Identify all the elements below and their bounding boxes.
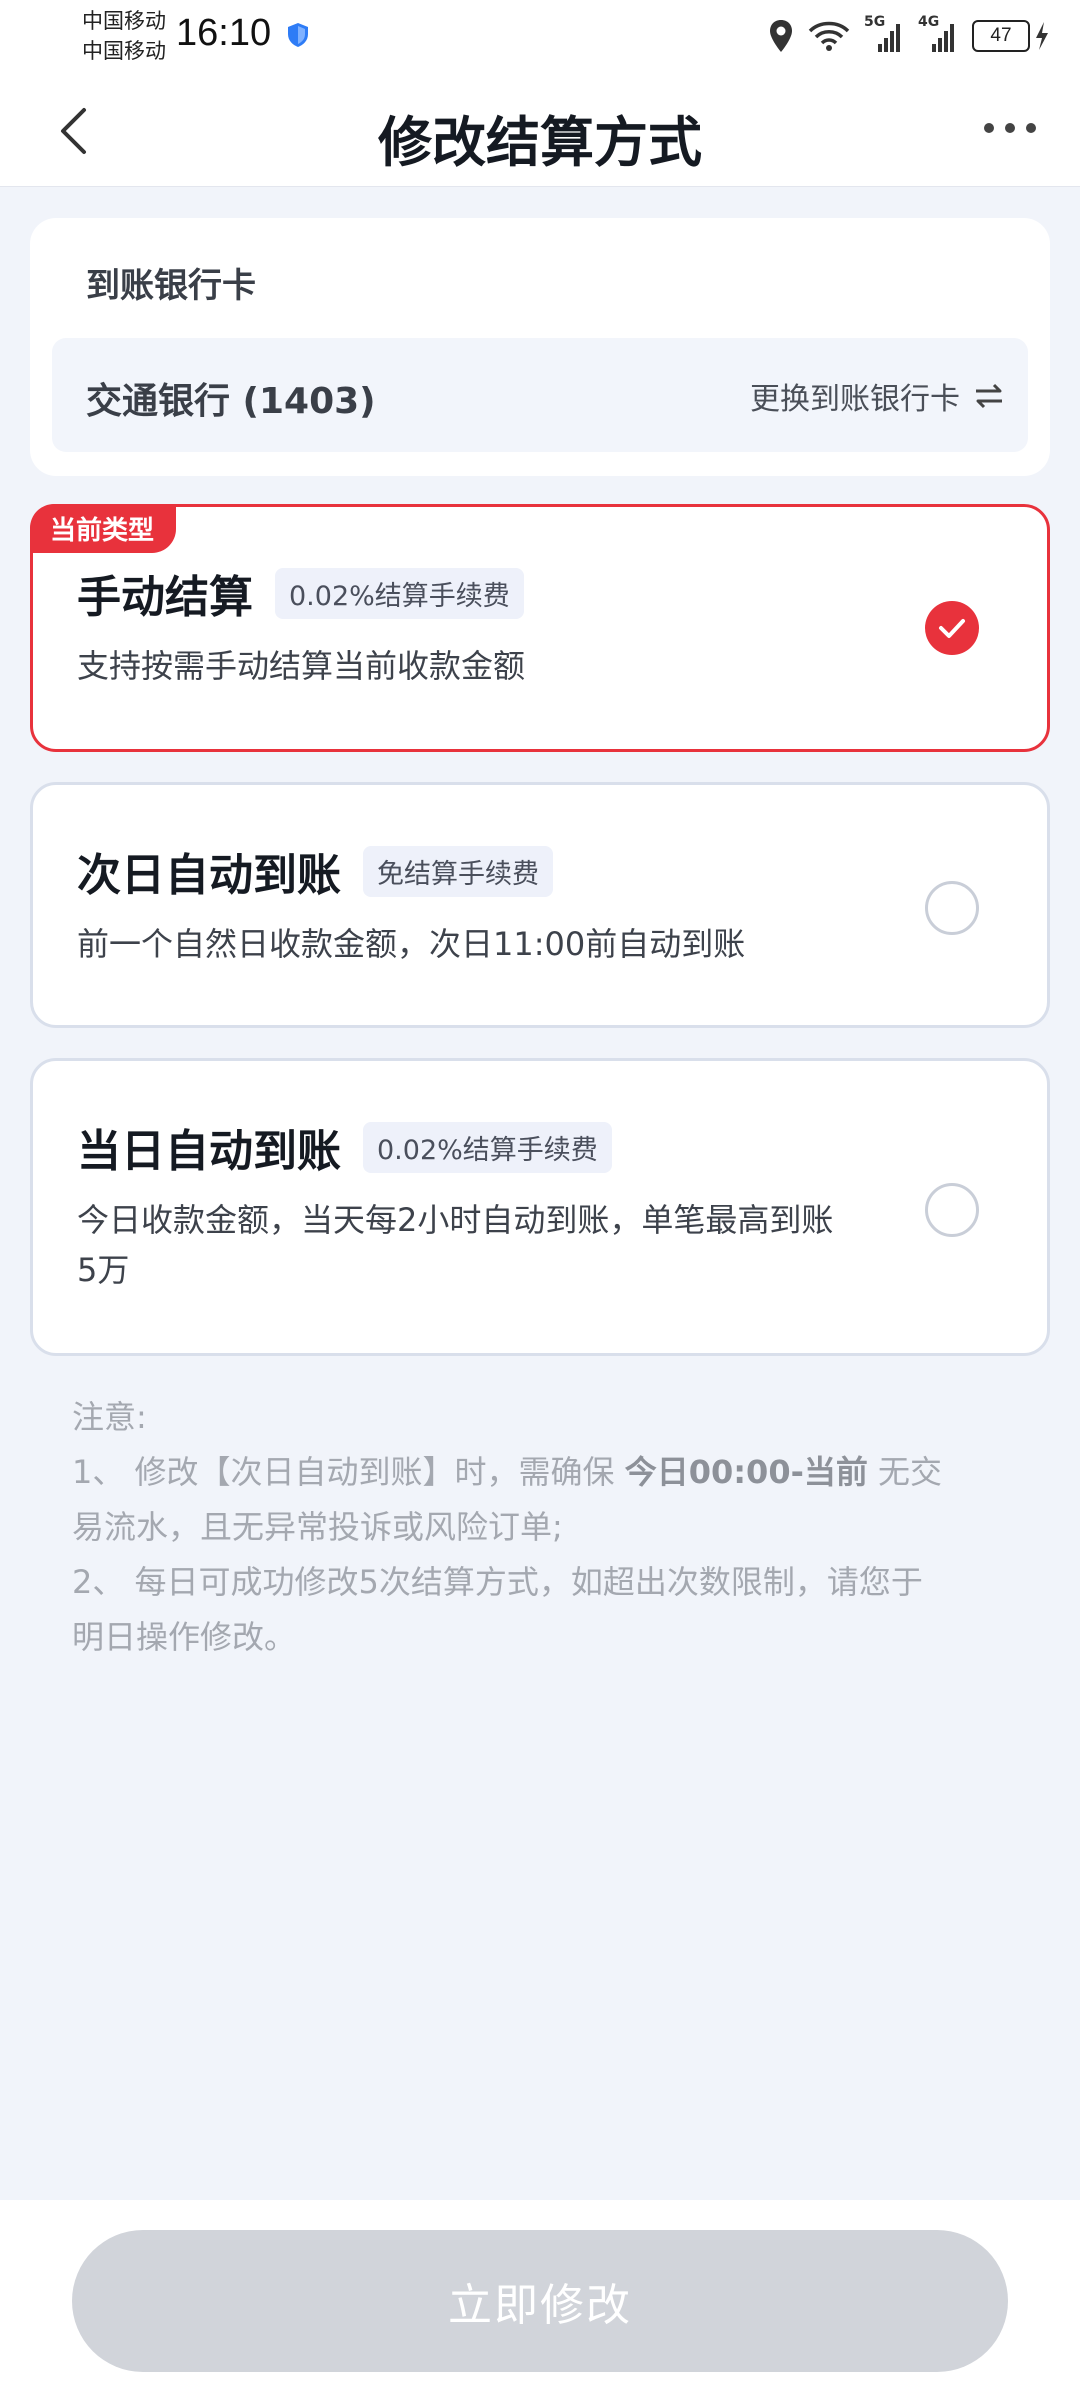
submit-change-button[interactable]: 立即修改 — [72, 2230, 1008, 2372]
charging-icon — [1036, 22, 1048, 50]
more-options-icon[interactable] — [984, 120, 1036, 136]
option-manual-settlement[interactable]: 当前类型 手动结算 0.02%结算手续费 支持按需手动结算当前收款金额 — [30, 504, 1050, 752]
nav-header: 修改结算方式 — [0, 72, 1080, 186]
swap-icon — [976, 383, 1002, 409]
battery-indicator: 47 — [972, 20, 1050, 52]
carrier-info: 中国移动 中国移动 — [82, 6, 166, 66]
option-header: 手动结算 0.02%结算手续费 — [77, 561, 524, 625]
radio-unselected-icon[interactable] — [925, 881, 979, 935]
fee-badge: 免结算手续费 — [363, 845, 553, 897]
note-item-1-prefix: 1、 修改【次日自动到账】时，需确保 — [72, 1453, 625, 1491]
carrier-2: 中国移动 — [82, 39, 166, 63]
option-description: 支持按需手动结算当前收款金额 — [77, 647, 526, 685]
bank-name: 交通银行 (1403) — [86, 381, 376, 422]
location-icon — [770, 20, 792, 52]
status-time: 16:10 — [176, 12, 272, 54]
bank-card-section: 到账银行卡 交通银行 (1403) 更换到账银行卡 — [30, 218, 1050, 476]
option-header: 次日自动到账 免结算手续费 — [77, 839, 553, 903]
note-item-1-highlight: 今日00:00-当前 — [624, 1453, 868, 1491]
option-title: 次日自动到账 — [77, 850, 341, 901]
option-description: 前一个自然日收款金额，次日11:00前自动到账 — [77, 925, 746, 963]
option-description: 今日收款金额，当天每2小时自动到账，单笔最高到账 5万 — [77, 1195, 937, 1295]
option-title: 手动结算 — [77, 572, 253, 623]
current-type-badge: 当前类型 — [30, 504, 177, 553]
signal-4g-icon: 4G — [918, 14, 958, 54]
option-title: 当日自动到账 — [77, 1126, 341, 1177]
radio-selected-icon[interactable] — [925, 601, 979, 655]
option-same-day-auto[interactable]: 当日自动到账 0.02%结算手续费 今日收款金额，当天每2小时自动到账，单笔最高… — [30, 1058, 1050, 1356]
option-next-day-auto[interactable]: 次日自动到账 免结算手续费 前一个自然日收款金额，次日11:00前自动到账 — [30, 782, 1050, 1028]
status-icons: 5G 4G 47 — [768, 14, 1050, 58]
carrier-1: 中国移动 — [82, 9, 166, 33]
page-title: 修改结算方式 — [378, 111, 702, 174]
change-bank-card-button[interactable]: 更换到账银行卡 — [750, 374, 1004, 418]
status-bar: 中国移动 中国移动 16:10 5G 4G 47 — [0, 0, 1080, 72]
option-description-line-2: 5万 — [77, 1251, 130, 1289]
fee-badge: 0.02%结算手续费 — [363, 1121, 612, 1173]
option-description-line-1: 今日收款金额，当天每2小时自动到账，单笔最高到账 — [77, 1201, 834, 1239]
signal-5g-icon: 5G — [864, 14, 904, 54]
shield-icon — [288, 23, 308, 47]
notes-heading: 注意: — [72, 1398, 147, 1436]
battery-level: 47 — [972, 20, 1030, 52]
note-item-2: 2、 每日可成功修改5次结算方式，如超出次数限制，请您于 — [72, 1563, 923, 1601]
note-item-1-line-2: 易流水，且无异常投诉或风险订单; — [72, 1508, 563, 1546]
wifi-icon — [808, 21, 850, 51]
note-item-1-suffix: 无交 — [867, 1453, 943, 1491]
option-header: 当日自动到账 0.02%结算手续费 — [77, 1115, 612, 1179]
bank-section-title: 到账银行卡 — [86, 266, 256, 306]
bank-card-row: 交通银行 (1403) 更换到账银行卡 — [52, 338, 1028, 452]
change-bank-card-label: 更换到账银行卡 — [750, 382, 960, 417]
radio-unselected-icon[interactable] — [925, 1183, 979, 1237]
notes-section: 注意: 1、 修改【次日自动到账】时，需确保 今日00:00-当前 无交 易流水… — [72, 1390, 1012, 1665]
bottom-action-bar: 立即修改 — [0, 2200, 1080, 2400]
top-bar: 中国移动 中国移动 16:10 5G 4G 47 修改结算方式 — [0, 0, 1080, 187]
note-item-1: 1、 修改【次日自动到账】时，需确保 今日00:00-当前 无交 — [72, 1445, 1012, 1500]
note-item-2-line-2: 明日操作修改。 — [72, 1618, 297, 1656]
fee-badge: 0.02%结算手续费 — [275, 567, 524, 619]
